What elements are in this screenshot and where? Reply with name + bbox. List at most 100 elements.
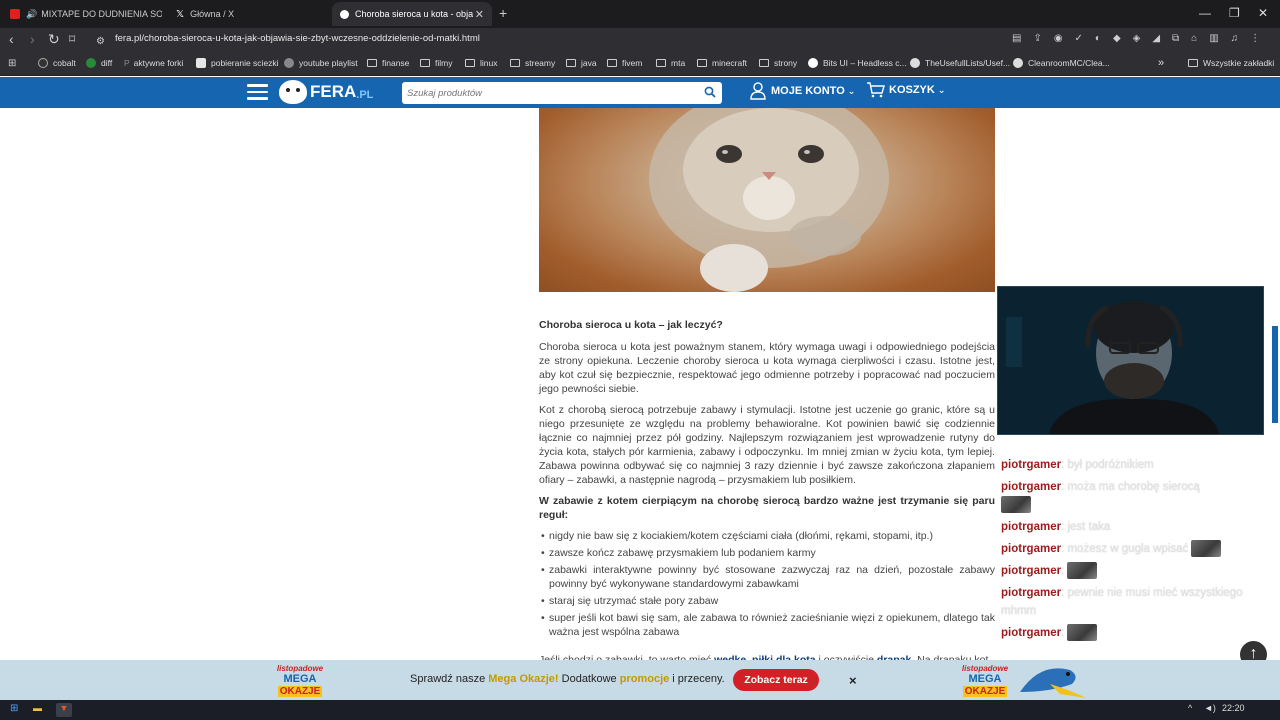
list-item: super jeśli kot bawi się sam, ale zabawa… [541, 611, 995, 639]
youtube-icon [10, 9, 20, 19]
download-icon [196, 58, 206, 68]
mega-okazje-badge-left: listopadowe MEGA OKAZJE [276, 664, 324, 697]
taskbar-clock[interactable]: 22:20 [1222, 703, 1245, 713]
volume-icon[interactable]: ◄) [1204, 703, 1216, 713]
parrot-icon [1020, 668, 1086, 698]
github-icon [1013, 58, 1023, 68]
chat-message: piotrgamer: moża ma chorobę sierocą [1001, 478, 1271, 514]
bookmarks-overflow[interactable]: » [1158, 57, 1164, 69]
bookmark-pobieranie[interactable]: pobieranie sciezki [196, 58, 279, 68]
restore-icon[interactable]: ❐ [1229, 6, 1240, 20]
start-icon[interactable]: ⊞ [10, 703, 18, 714]
bookmark-cobalt[interactable]: cobalt [38, 58, 76, 68]
brave-taskbar-icon[interactable]: ▼ [56, 703, 72, 717]
back-icon[interactable]: ‹ [9, 31, 14, 47]
globe-icon [284, 58, 294, 68]
folder-icon [367, 59, 377, 67]
chat-message: piotrgamer: pewnie nie musi mieć wszystk… [1001, 587, 1243, 617]
folder-icon [759, 59, 769, 67]
reload-icon[interactable]: ↻ [48, 31, 60, 47]
chat-message: piotrgamer: był podróżnikiem [1001, 459, 1154, 471]
bookmark-diff[interactable]: diff [86, 58, 112, 68]
bookmark-strony[interactable]: strony [759, 58, 797, 68]
emote-image [1001, 496, 1031, 514]
github-icon [910, 58, 920, 68]
folder-icon [566, 59, 576, 67]
see-offers-button[interactable]: Zobacz teraz [733, 669, 819, 691]
chat-message: piotrgamer: możesz w gugla wpisać [1001, 540, 1271, 558]
bookmark-linux[interactable]: linux [465, 58, 497, 68]
tab-label: Główna / X [190, 9, 235, 19]
bookmark-youtube-playlist[interactable]: youtube playlist [284, 58, 358, 68]
chat-message: piotrgamer: jest taka [1001, 521, 1111, 533]
tab-fera[interactable]: Choroba sieroca u kota - objaw ✕ [332, 2, 492, 26]
emote-image [1067, 624, 1098, 642]
audio-icon[interactable]: 🔊 [26, 9, 37, 20]
paragraph: Kot z chorobą sierocą potrzebuje zabawy … [539, 404, 995, 486]
webcam-overlay [997, 286, 1264, 435]
tab-youtube[interactable]: 🔊 MIXTAPE DO DUDNIENIA SOLAR [2, 2, 162, 26]
windows-taskbar: ⊞ ▬ ▼ ^ ◄) 22:20 [0, 700, 1280, 720]
folder-icon [420, 59, 430, 67]
fork-icon: P [124, 58, 130, 68]
list-item: staraj się utrzymać stałe pory zabaw [541, 594, 995, 608]
folder-icon [510, 59, 520, 67]
tab-x[interactable]: 𝕏 Główna / X [168, 2, 328, 26]
cart-icon [867, 82, 885, 98]
chevron-down-icon: ⌄ [847, 85, 856, 96]
bookmark-usefullists[interactable]: TheUsefullLists/Usef... [910, 58, 1010, 68]
account-menu[interactable]: MOJE KONTO ⌄ [750, 82, 855, 100]
folder-icon [656, 59, 666, 67]
new-tab-button[interactable]: + [499, 5, 507, 21]
bits-ui-icon [808, 58, 818, 68]
file-explorer-icon[interactable]: ▬ [33, 703, 42, 713]
bookmark-finanse[interactable]: finanse [367, 58, 409, 68]
minimize-icon[interactable]: — [1199, 6, 1211, 20]
rules-list: nigdy nie baw się z kociakiem/kotem częś… [541, 529, 995, 639]
tab-label: Choroba sieroca u kota - objaw [355, 9, 473, 19]
all-bookmarks-folder[interactable]: Wszystkie zakładki [1188, 58, 1274, 68]
list-item: zabawki interaktywne powinny być stosowa… [541, 563, 995, 591]
search-input[interactable] [402, 82, 722, 104]
list-item: zawsze kończ zabawę przysmakiem lub poda… [541, 546, 995, 560]
dog-mascot-icon [279, 80, 307, 104]
bookmark-streamy[interactable]: streamy [510, 58, 555, 68]
bookmark-aktywne-forki[interactable]: Paktywne forki [124, 58, 183, 68]
close-promo-icon[interactable]: × [849, 673, 857, 688]
stream-chat: piotrgamer: był podróżnikiem piotrgamer:… [1001, 456, 1271, 646]
apps-icon[interactable]: ⊞ [8, 58, 16, 69]
search-icon[interactable] [704, 86, 716, 98]
close-tab-icon[interactable]: ✕ [475, 8, 484, 21]
folder-icon [1188, 59, 1198, 67]
list-item: nigdy nie baw się z kociakiem/kotem częś… [541, 529, 995, 543]
user-icon [750, 82, 766, 100]
bookmark-fivem[interactable]: fivem [607, 58, 642, 68]
page-scrollbar-thumb[interactable] [1272, 326, 1278, 423]
emote-image [1191, 540, 1222, 558]
chevron-down-icon: ⌄ [937, 84, 946, 95]
site-info-icon[interactable]: ⚙ [96, 34, 105, 50]
browser-tab-bar: 🔊 MIXTAPE DO DUDNIENIA SOLAR 𝕏 Główna / … [0, 0, 1280, 28]
close-window-icon[interactable]: ✕ [1258, 6, 1268, 20]
bookmark-minecraft[interactable]: minecraft [697, 58, 747, 68]
paragraph: Choroba sieroca u kota jest poważnym sta… [539, 341, 995, 395]
tab-label: MIXTAPE DO DUDNIENIA SOLAR [41, 9, 162, 19]
fera-logo[interactable]: FERA .PL [279, 80, 373, 104]
forward-icon[interactable]: › [30, 31, 35, 47]
cart-menu[interactable]: KOSZYK ⌄ [866, 82, 945, 98]
fera-icon [340, 9, 349, 19]
tray-chevron-icon[interactable]: ^ [1188, 703, 1192, 713]
bookmark-icon[interactable]: ⌑ [69, 31, 75, 47]
kitten-photo [539, 108, 995, 292]
menu-hamburger-icon[interactable] [247, 84, 268, 100]
bookmark-bits-ui[interactable]: Bits UI – Headless c... [808, 58, 907, 68]
bookmark-java[interactable]: java [566, 58, 597, 68]
bookmark-cleanroommc[interactable]: CleanroomMC/Clea... [1013, 58, 1110, 68]
rules-intro: W zabawie z kotem cierpiącym na chorobę … [539, 495, 995, 521]
x-icon: 𝕏 [176, 9, 185, 20]
extension-icons[interactable]: ▤⇪◉✓◐◆◈◢⧉⌂▥♫⋮ [1012, 33, 1272, 44]
bookmark-filmy[interactable]: filmy [420, 58, 452, 68]
cobalt-icon [38, 58, 48, 68]
address-bar[interactable]: fera.pl/choroba-sieroca-u-kota-jak-objaw… [115, 33, 480, 44]
bookmark-mta[interactable]: mta [656, 58, 685, 68]
